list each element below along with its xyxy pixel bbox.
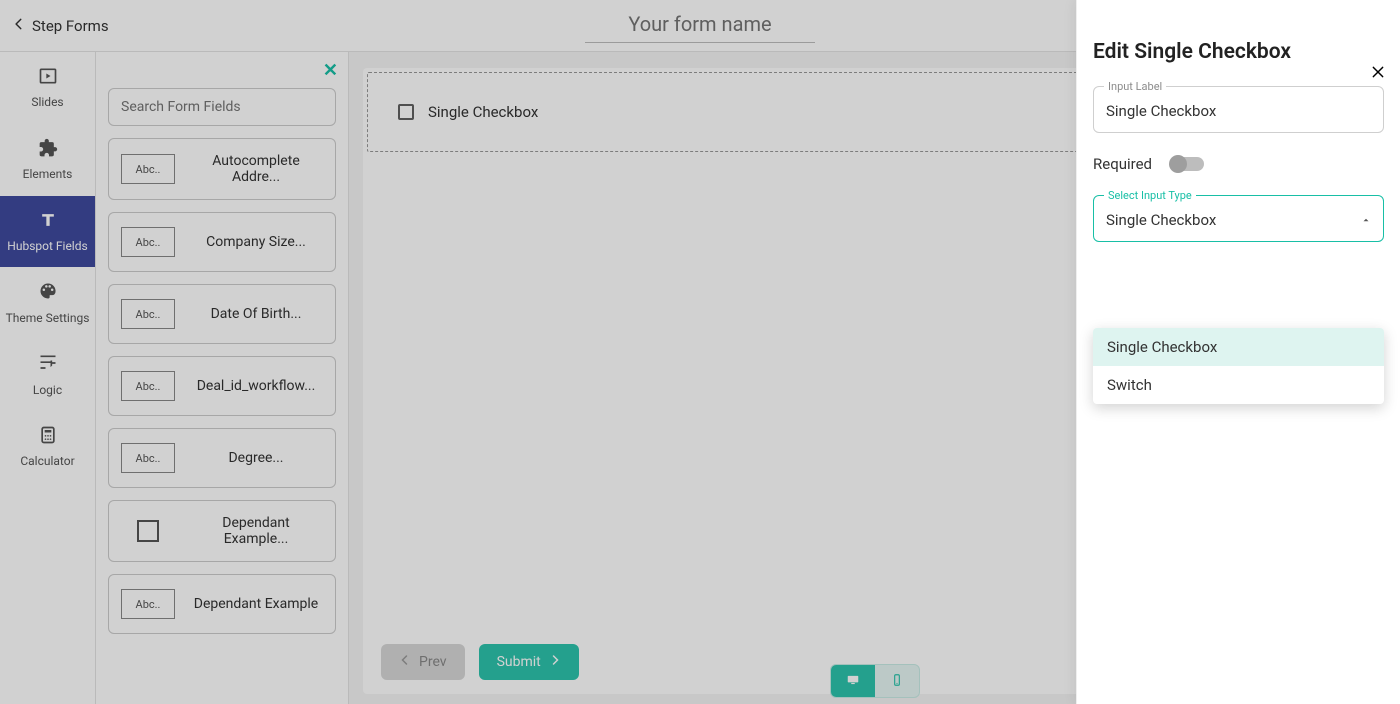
text-field-icon: Abc.. (121, 227, 175, 257)
submit-button[interactable]: Submit (479, 644, 579, 680)
chevron-right-icon (549, 654, 561, 670)
rail-label: Hubspot Fields (7, 239, 87, 253)
chevron-left-icon (399, 654, 411, 670)
rail-item-hubspot-fields[interactable]: Hubspot Fields (0, 196, 95, 268)
field-card[interactable]: Abc.. Company Size... (108, 212, 336, 272)
rail-label: Theme Settings (6, 311, 90, 325)
sliders-icon (38, 353, 58, 376)
rail-item-theme-settings[interactable]: Theme Settings (0, 267, 95, 339)
field-label: Date Of Birth... (189, 306, 323, 322)
select-value: Single Checkbox (1106, 211, 1216, 229)
text-field-icon: Abc.. (121, 154, 175, 184)
left-rail: Slides Elements Hubspot Fields Theme Set… (0, 52, 96, 704)
text-field-icon: Abc.. (121, 371, 175, 401)
field-label: Degree... (189, 450, 323, 466)
calculator-icon (38, 425, 58, 448)
back-label: Step Forms (32, 17, 109, 35)
field-label: Deal_id_workflow... (189, 378, 323, 394)
field-card[interactable]: Abc.. Dependant Example (108, 574, 336, 634)
device-desktop-button[interactable] (831, 665, 875, 697)
close-icon: ✕ (323, 60, 338, 81)
checkbox-field-icon (137, 520, 159, 542)
field-label: Input Label (1104, 80, 1166, 93)
rail-label: Logic (33, 383, 62, 397)
close-icon (1370, 65, 1386, 84)
caret-up-icon (1361, 210, 1371, 229)
text-field-icon: Abc.. (121, 589, 175, 619)
rail-item-calculator[interactable]: Calculator (0, 411, 95, 483)
submit-label: Submit (497, 654, 541, 670)
device-mobile-button[interactable] (875, 665, 919, 697)
rail-item-logic[interactable]: Logic (0, 339, 95, 411)
field-label: Select Input Type (1104, 189, 1196, 202)
required-toggle[interactable] (1170, 157, 1204, 171)
field-card[interactable]: Abc.. Deal_id_workflow... (108, 356, 336, 416)
slides-icon (38, 66, 58, 89)
field-label: Dependant Example (189, 596, 323, 612)
field-card[interactable]: Abc.. Date Of Birth... (108, 284, 336, 344)
fields-panel-close[interactable]: ✕ (323, 60, 338, 81)
fields-panel: ✕ Abc.. Autocomplete Addre... Abc.. Comp… (96, 52, 349, 704)
rail-label: Calculator (20, 454, 74, 468)
text-icon (38, 210, 58, 233)
select-input-type-dropdown: Single Checkbox Switch (1093, 328, 1384, 404)
form-title-wrap (585, 8, 815, 43)
edit-side-panel: Edit Single Checkbox Input Label Require… (1076, 0, 1400, 704)
text-field-icon: Abc.. (121, 443, 175, 473)
form-title-input[interactable] (585, 8, 815, 43)
placed-field-label: Single Checkbox (428, 103, 538, 121)
side-panel-close[interactable] (1370, 64, 1386, 84)
field-card[interactable]: Abc.. Degree... (108, 428, 336, 488)
chevron-left-icon (12, 17, 26, 35)
field-card[interactable]: Dependant Example... (108, 500, 336, 562)
checkbox-icon[interactable] (398, 104, 414, 120)
input-label-input[interactable] (1106, 102, 1371, 120)
required-label: Required (1093, 155, 1152, 173)
back-button[interactable]: Step Forms (12, 17, 109, 35)
field-label: Autocomplete Addre... (189, 153, 323, 185)
fields-list: Abc.. Autocomplete Addre... Abc.. Compan… (108, 138, 336, 692)
input-label-field[interactable]: Input Label (1093, 86, 1384, 133)
rail-item-slides[interactable]: Slides (0, 52, 95, 124)
prev-button: Prev (381, 644, 465, 680)
puzzle-icon (38, 138, 58, 161)
fields-search-input[interactable] (108, 88, 336, 126)
rail-item-elements[interactable]: Elements (0, 124, 95, 196)
desktop-icon (844, 672, 862, 691)
field-card[interactable]: Abc.. Autocomplete Addre... (108, 138, 336, 200)
toggle-knob (1169, 155, 1187, 173)
dropdown-option-single-checkbox[interactable]: Single Checkbox (1093, 328, 1384, 366)
dropdown-option-switch[interactable]: Switch (1093, 366, 1384, 404)
select-input-type-field[interactable]: Select Input Type Single Checkbox (1093, 195, 1384, 242)
palette-icon (38, 281, 58, 304)
text-field-icon: Abc.. (121, 299, 175, 329)
rail-label: Elements (23, 167, 73, 181)
side-panel-title: Edit Single Checkbox (1093, 40, 1384, 64)
field-label: Company Size... (189, 234, 323, 250)
rail-label: Slides (31, 95, 63, 109)
prev-label: Prev (419, 654, 447, 670)
mobile-icon (888, 672, 906, 691)
device-switch (830, 664, 920, 698)
required-row: Required (1093, 155, 1384, 173)
field-label: Dependant Example... (189, 515, 323, 547)
